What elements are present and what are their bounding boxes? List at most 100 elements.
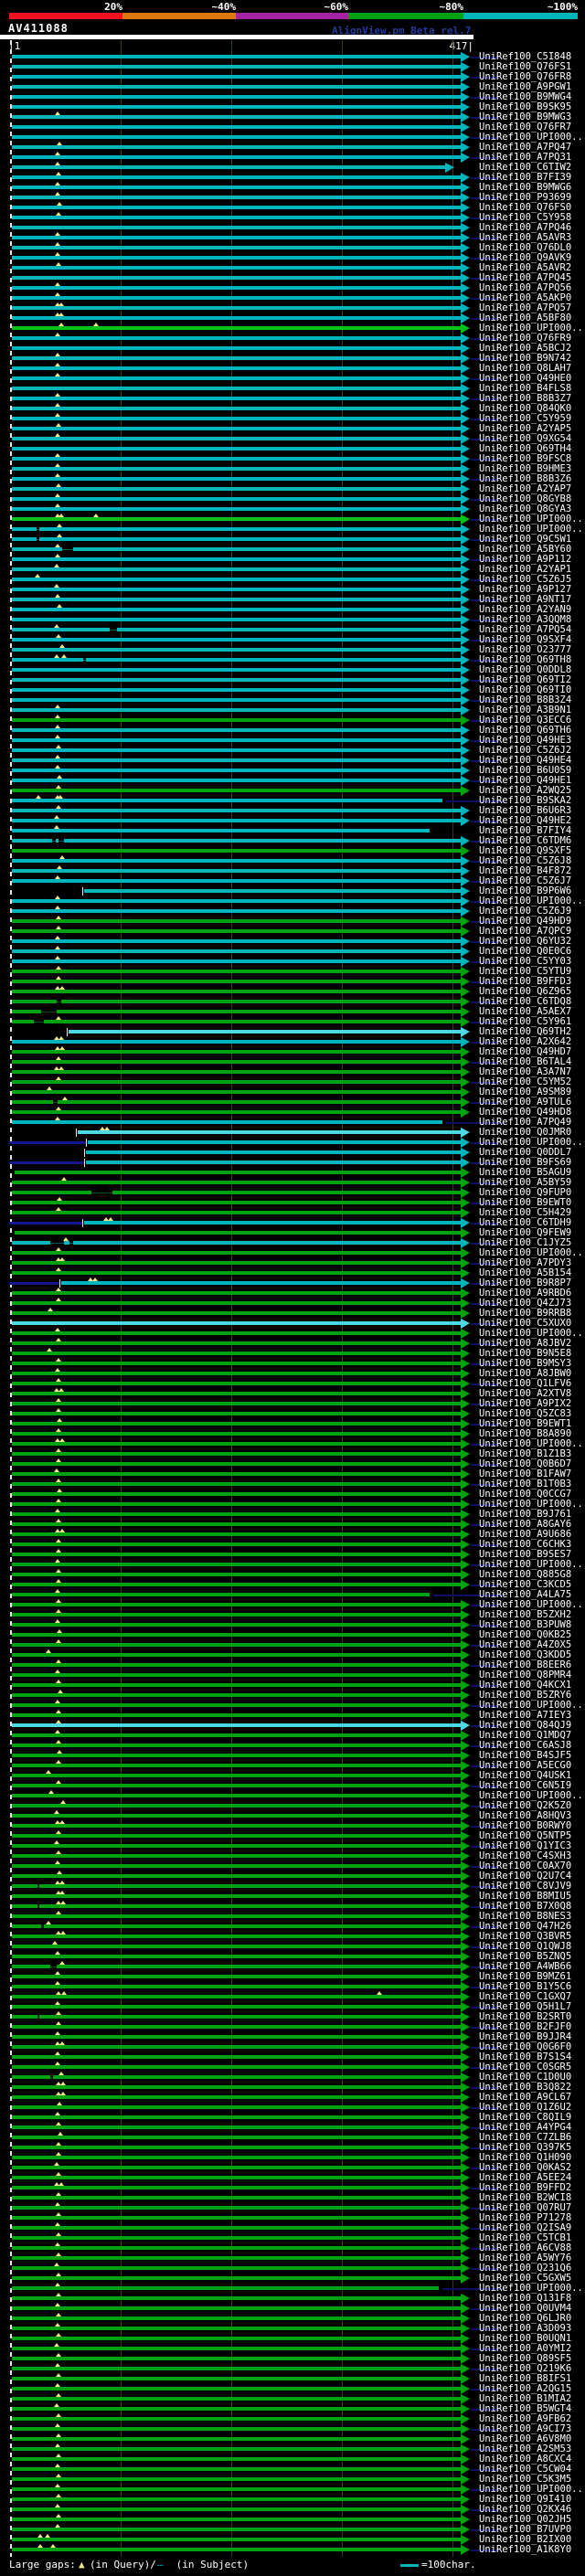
hit-arrowhead-icon[interactable] bbox=[461, 2243, 470, 2253]
hit-arrowhead-icon[interactable] bbox=[461, 535, 470, 545]
hit-arrowhead-icon[interactable] bbox=[461, 585, 470, 595]
hit-arrowhead-icon[interactable] bbox=[461, 143, 470, 153]
hit-bar[interactable] bbox=[12, 1603, 461, 1606]
hit-arrowhead-icon[interactable] bbox=[461, 1379, 470, 1389]
hit-arrowhead-icon[interactable] bbox=[461, 836, 470, 846]
hit-arrowhead-icon[interactable] bbox=[461, 1861, 470, 1871]
hit-arrowhead-icon[interactable] bbox=[461, 786, 470, 796]
hit-bar[interactable] bbox=[12, 557, 461, 561]
hit-arrowhead-icon[interactable] bbox=[461, 846, 470, 856]
hit-arrowhead-icon[interactable] bbox=[461, 364, 470, 374]
hit-bar[interactable] bbox=[12, 2387, 461, 2390]
hit-arrowhead-icon[interactable] bbox=[461, 2495, 470, 2505]
hit-bar[interactable] bbox=[12, 859, 461, 863]
hit-bar[interactable] bbox=[12, 216, 461, 219]
hit-bar[interactable] bbox=[12, 1894, 461, 1898]
hit-bar[interactable] bbox=[15, 1231, 461, 1235]
hit-bar[interactable] bbox=[12, 537, 461, 541]
hit-bar[interactable] bbox=[12, 1663, 461, 1667]
hit-arrowhead-icon[interactable] bbox=[461, 1902, 470, 1912]
hit-arrowhead-icon[interactable] bbox=[461, 1942, 470, 1952]
hit-arrowhead-icon[interactable] bbox=[461, 223, 470, 233]
hit-bar[interactable] bbox=[12, 447, 461, 451]
hit-arrowhead-icon[interactable] bbox=[461, 233, 470, 243]
hit-bar[interactable] bbox=[12, 145, 461, 149]
hit-bar[interactable] bbox=[84, 1221, 461, 1224]
hit-bar[interactable] bbox=[12, 1442, 461, 1446]
hit-arrowhead-icon[interactable] bbox=[461, 1138, 470, 1148]
hit-arrowhead-icon[interactable] bbox=[461, 1781, 470, 1791]
hit-arrowhead-icon[interactable] bbox=[461, 927, 470, 937]
hit-bar[interactable] bbox=[12, 849, 461, 853]
hit-arrowhead-icon[interactable] bbox=[461, 655, 470, 665]
hit-bar[interactable] bbox=[12, 1884, 461, 1888]
hit-arrowhead-icon[interactable] bbox=[461, 736, 470, 746]
hit-arrowhead-icon[interactable] bbox=[461, 2404, 470, 2414]
hit-arrowhead-icon[interactable] bbox=[461, 685, 470, 695]
hit-bar[interactable] bbox=[12, 2467, 461, 2471]
hit-arrowhead-icon[interactable] bbox=[461, 645, 470, 655]
hit-bar[interactable] bbox=[15, 1171, 461, 1174]
hit-arrowhead-icon[interactable] bbox=[461, 1660, 470, 1670]
hit-arrowhead-icon[interactable] bbox=[461, 2072, 470, 2083]
hit-bar[interactable] bbox=[12, 1744, 461, 1747]
hit-bar[interactable] bbox=[12, 1804, 461, 1807]
hit-bar[interactable] bbox=[12, 1412, 461, 1415]
hit-arrowhead-icon[interactable] bbox=[461, 1278, 470, 1288]
hit-bar[interactable] bbox=[12, 2166, 461, 2169]
hit-bar[interactable] bbox=[12, 1010, 461, 1013]
hit-bar[interactable] bbox=[12, 1583, 461, 1586]
hit-bar[interactable] bbox=[12, 1271, 461, 1275]
hit-bar[interactable] bbox=[12, 2055, 461, 2059]
hit-bar[interactable] bbox=[12, 809, 461, 812]
hit-arrowhead-icon[interactable] bbox=[461, 806, 470, 816]
hit-bar[interactable] bbox=[12, 2457, 461, 2461]
hit-bar[interactable] bbox=[12, 346, 461, 350]
hit-bar[interactable] bbox=[12, 1422, 461, 1426]
hit-bar[interactable] bbox=[12, 2226, 461, 2230]
hit-arrowhead-icon[interactable] bbox=[461, 555, 470, 565]
hit-bar[interactable] bbox=[12, 728, 461, 732]
hit-arrowhead-icon[interactable] bbox=[461, 1811, 470, 1821]
hit-arrowhead-icon[interactable] bbox=[461, 1188, 470, 1198]
hit-bar[interactable] bbox=[12, 2015, 461, 2019]
hit-bar[interactable] bbox=[12, 2296, 461, 2300]
hit-arrowhead-icon[interactable] bbox=[461, 1007, 470, 1017]
hit-bar[interactable] bbox=[12, 588, 461, 591]
hit-arrowhead-icon[interactable] bbox=[461, 2253, 470, 2263]
hit-bar[interactable] bbox=[12, 467, 461, 471]
hit-arrowhead-icon[interactable] bbox=[461, 1731, 470, 1741]
hit-bar[interactable] bbox=[12, 1452, 461, 1456]
hit-bar[interactable] bbox=[12, 417, 461, 420]
hit-bar[interactable] bbox=[12, 1643, 461, 1647]
hit-bar[interactable] bbox=[12, 1392, 461, 1395]
hit-bar[interactable] bbox=[12, 1352, 461, 1355]
hit-bar[interactable] bbox=[12, 1291, 461, 1295]
hit-bar[interactable] bbox=[12, 155, 461, 159]
hit-bar[interactable] bbox=[12, 1703, 461, 1707]
hit-bar[interactable] bbox=[12, 1251, 461, 1255]
hit-bar[interactable] bbox=[12, 1733, 461, 1737]
hit-bar[interactable] bbox=[12, 2397, 461, 2401]
hit-bar[interactable] bbox=[12, 2437, 461, 2441]
hit-bar[interactable] bbox=[12, 1844, 461, 1848]
hit-bar[interactable] bbox=[12, 1824, 461, 1828]
hit-arrowhead-icon[interactable] bbox=[461, 2133, 470, 2143]
hit-bar[interactable] bbox=[69, 1030, 461, 1034]
hit-bar[interactable] bbox=[12, 1321, 461, 1325]
hit-arrowhead-icon[interactable] bbox=[461, 2093, 470, 2103]
hit-arrowhead-icon[interactable] bbox=[461, 1108, 470, 1118]
hit-arrowhead-icon[interactable] bbox=[461, 1640, 470, 1650]
hit-arrowhead-icon[interactable] bbox=[461, 776, 470, 786]
hit-bar[interactable] bbox=[12, 658, 461, 662]
hit-arrowhead-icon[interactable] bbox=[461, 2394, 470, 2404]
hit-bar[interactable] bbox=[12, 567, 461, 571]
hit-arrowhead-icon[interactable] bbox=[461, 193, 470, 203]
hit-bar[interactable] bbox=[12, 1874, 461, 1878]
hit-bar[interactable] bbox=[12, 1955, 461, 1958]
hit-bar[interactable] bbox=[12, 1764, 461, 1767]
hit-arrowhead-icon[interactable] bbox=[461, 977, 470, 987]
hit-bar[interactable] bbox=[12, 135, 461, 139]
hit-arrowhead-icon[interactable] bbox=[461, 1500, 470, 1510]
hit-bar[interactable] bbox=[12, 1683, 461, 1687]
